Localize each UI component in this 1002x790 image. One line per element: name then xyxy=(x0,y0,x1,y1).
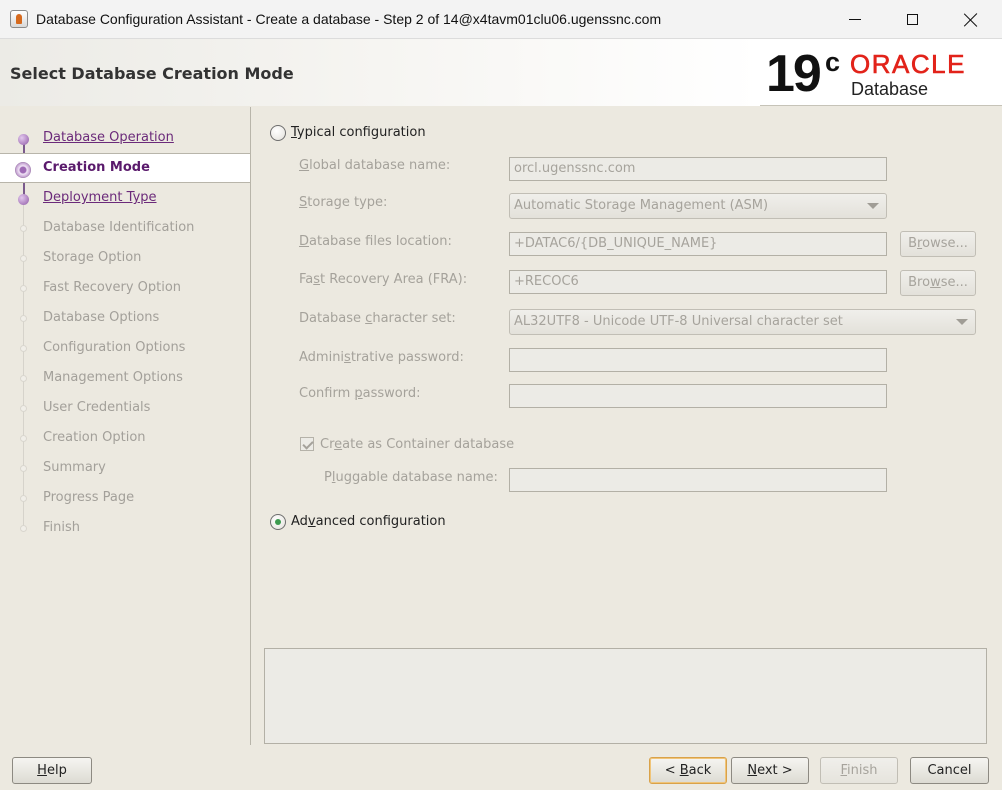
confirm-password-input[interactable] xyxy=(509,384,887,408)
global-db-name-input[interactable]: orcl.ugenssnc.com xyxy=(509,157,887,181)
step-label: Fast Recovery Option xyxy=(43,280,182,295)
step-user-credentials: User Credentials xyxy=(0,393,250,423)
help-button[interactable]: Help xyxy=(12,757,92,784)
storage-type-value: Automatic Storage Management (ASM) xyxy=(514,198,769,213)
step-label: User Credentials xyxy=(43,400,151,415)
confirm-password-label: Confirm password: xyxy=(299,386,421,401)
step-database-identification: Database Identification xyxy=(0,213,250,243)
maximize-button[interactable] xyxy=(883,0,941,39)
step-label: Creation Mode xyxy=(43,160,150,175)
advanced-configuration-label[interactable]: Advanced configuration xyxy=(291,514,446,529)
window-title: Database Configuration Assistant - Creat… xyxy=(36,11,662,27)
chevron-down-icon xyxy=(956,319,968,325)
close-button[interactable] xyxy=(942,0,1000,39)
charset-value: AL32UTF8 - Unicode UTF-8 Universal chara… xyxy=(514,314,843,329)
step-completed-icon xyxy=(18,194,29,205)
pdb-name-input[interactable] xyxy=(509,468,887,492)
step-creation-mode[interactable]: Creation Mode xyxy=(0,153,250,183)
charset-label: Database character set: xyxy=(299,311,456,326)
step-current-icon xyxy=(15,162,31,178)
db-files-location-input[interactable]: +DATAC6/{DB_UNIQUE_NAME} xyxy=(509,232,887,256)
admin-password-label: Administrative password: xyxy=(299,350,464,365)
step-pending-icon xyxy=(20,405,27,412)
main-content: Typical configuration Global database na… xyxy=(252,107,1002,745)
step-database-options: Database Options xyxy=(0,303,250,333)
back-button[interactable]: < Back xyxy=(649,757,727,784)
step-management-options: Management Options xyxy=(0,363,250,393)
step-pending-icon xyxy=(20,465,27,472)
step-label: Summary xyxy=(43,460,106,475)
next-button[interactable]: Next > xyxy=(731,757,809,784)
charset-select[interactable]: AL32UTF8 - Unicode UTF-8 Universal chara… xyxy=(509,309,976,335)
page-title: Select Database Creation Mode xyxy=(10,64,294,83)
close-icon xyxy=(964,13,978,27)
message-panel xyxy=(264,648,987,744)
db-files-location-label: Database files location: xyxy=(299,234,452,249)
step-completed-icon xyxy=(18,134,29,145)
steps-panel: Database Operation Creation Mode Deploym… xyxy=(0,107,251,745)
logo-brand: ORACLE xyxy=(850,49,966,79)
step-deployment-type[interactable]: Deployment Type xyxy=(0,183,250,213)
step-pending-icon xyxy=(20,435,27,442)
step-pending-icon xyxy=(20,345,27,352)
step-label: Creation Option xyxy=(43,430,146,445)
logo-version: 19 xyxy=(766,45,822,103)
minimize-button[interactable] xyxy=(826,0,884,39)
fra-input[interactable]: +RECOC6 xyxy=(509,270,887,294)
fra-browse-button[interactable]: Browse... xyxy=(900,270,976,296)
step-finish: Finish xyxy=(0,513,250,543)
step-storage-option: Storage Option xyxy=(0,243,250,273)
step-summary: Summary xyxy=(0,453,250,483)
finish-button[interactable]: Finish xyxy=(820,757,898,784)
step-progress-page: Progress Page xyxy=(0,483,250,513)
step-label: Management Options xyxy=(43,370,183,385)
advanced-configuration-radio[interactable] xyxy=(270,514,286,530)
storage-type-select[interactable]: Automatic Storage Management (ASM) xyxy=(509,193,887,219)
step-label: Progress Page xyxy=(43,490,135,505)
typical-configuration-radio[interactable] xyxy=(270,125,286,141)
step-pending-icon xyxy=(20,285,27,292)
pdb-name-label: Pluggable database name: xyxy=(324,470,498,485)
fra-label: Fast Recovery Area (FRA): xyxy=(299,272,468,287)
step-pending-icon xyxy=(20,525,27,532)
step-pending-icon xyxy=(20,315,27,322)
minimize-icon xyxy=(849,19,861,20)
step-label: Database Identification xyxy=(43,220,195,235)
step-label: Database Options xyxy=(43,310,160,325)
step-label: Finish xyxy=(43,520,81,535)
page-header: Select Database Creation Mode 19 c ORACL… xyxy=(0,39,1002,106)
step-creation-option: Creation Option xyxy=(0,423,250,453)
java-app-icon xyxy=(10,10,28,28)
step-pending-icon xyxy=(20,495,27,502)
db-files-browse-button[interactable]: Browse... xyxy=(900,231,976,257)
step-label: Database Operation xyxy=(43,130,174,145)
maximize-icon xyxy=(906,14,918,25)
typical-configuration-label[interactable]: Typical configuration xyxy=(291,125,426,140)
cancel-button[interactable]: Cancel xyxy=(910,757,989,784)
chevron-down-icon xyxy=(867,203,879,209)
oracle-database-logo: 19 c ORACLE Database xyxy=(766,45,996,103)
storage-type-label: Storage type: xyxy=(299,195,388,210)
container-db-checkbox[interactable] xyxy=(300,437,314,451)
step-pending-icon xyxy=(20,375,27,382)
step-database-operation[interactable]: Database Operation xyxy=(0,123,250,153)
step-pending-icon xyxy=(20,225,27,232)
step-label: Storage Option xyxy=(43,250,142,265)
logo-version-suffix: c xyxy=(825,47,841,77)
step-fast-recovery-option: Fast Recovery Option xyxy=(0,273,250,303)
logo-product: Database xyxy=(851,79,929,99)
admin-password-input[interactable] xyxy=(509,348,887,372)
window-titlebar: Database Configuration Assistant - Creat… xyxy=(0,0,1002,39)
step-label: Deployment Type xyxy=(43,190,157,205)
step-configuration-options: Configuration Options xyxy=(0,333,250,363)
global-db-name-label: Global database name: xyxy=(299,158,451,173)
step-label: Configuration Options xyxy=(43,340,186,355)
container-db-label[interactable]: Create as Container database xyxy=(320,437,514,452)
step-pending-icon xyxy=(20,255,27,262)
